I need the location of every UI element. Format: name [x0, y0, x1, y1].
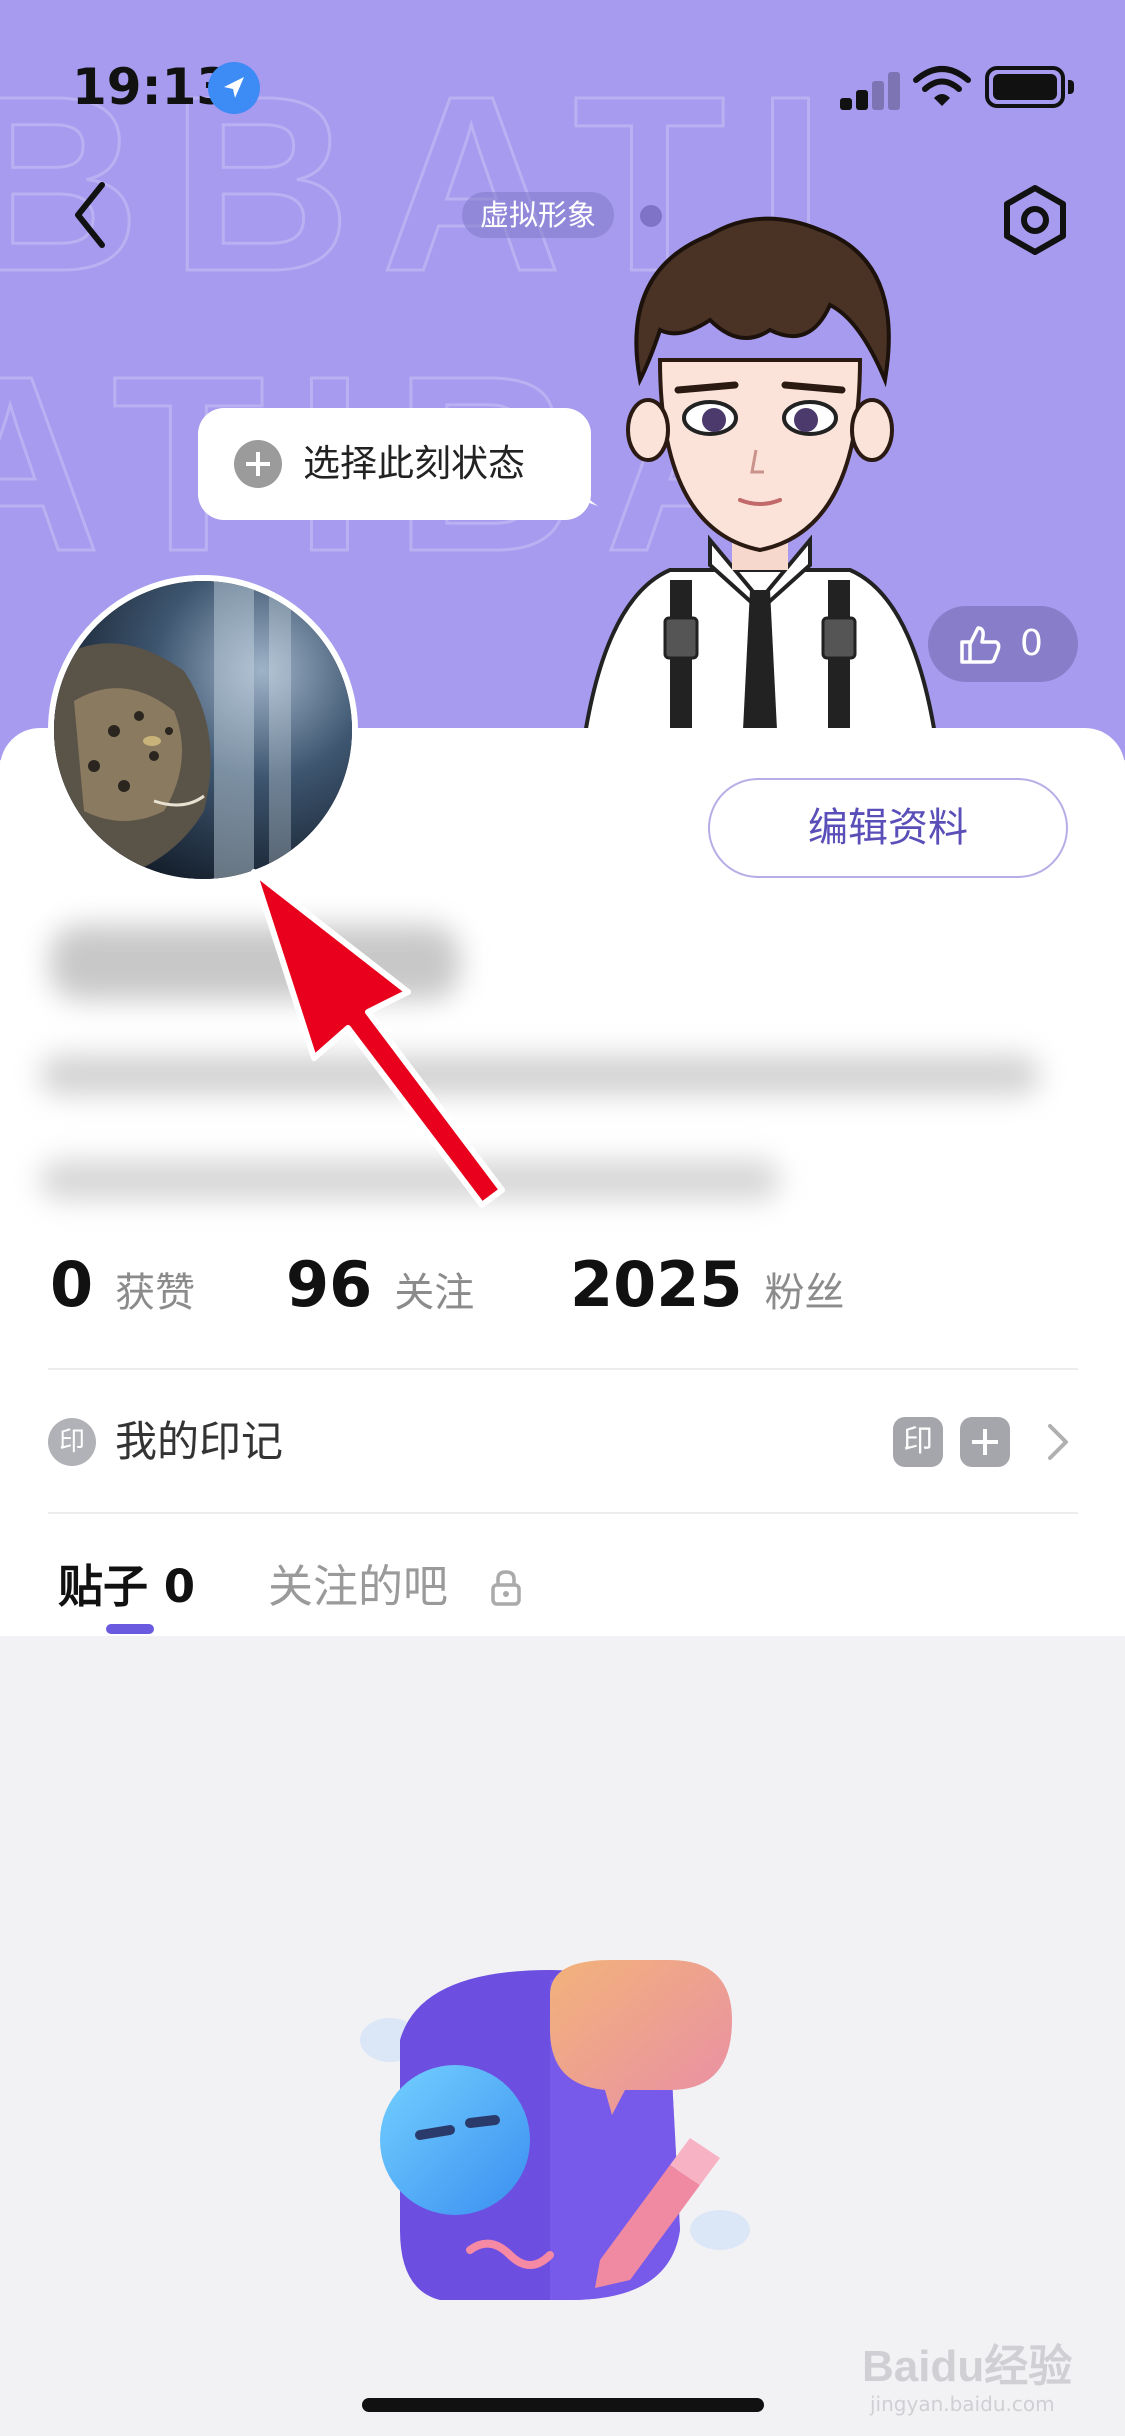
empty-posts-illustration	[360, 1960, 750, 2300]
wifi-icon	[912, 62, 972, 112]
stat-fans-value: 2025	[570, 1248, 743, 1321]
cellular-signal-icon	[840, 70, 902, 110]
back-button[interactable]	[60, 175, 120, 255]
virtual-avatar-character[interactable]	[560, 210, 960, 760]
divider	[48, 1512, 1078, 1514]
divider	[48, 1368, 1078, 1370]
thumbs-up-icon	[960, 626, 1001, 664]
baidu-watermark-url: jingyan.baidu.com	[870, 2392, 1055, 2416]
status-select-bubble[interactable]: 选择此刻状态	[198, 408, 598, 520]
baidu-jingyan-watermark: Baidu经验	[862, 2342, 1073, 2391]
leopard-photo	[54, 581, 352, 879]
profile-avatar[interactable]	[48, 575, 358, 885]
add-mark-icon[interactable]	[960, 1417, 1010, 1467]
plus-icon	[234, 440, 282, 488]
stat-following-label: 关注	[394, 1270, 475, 1316]
stat-fans-label: 粉丝	[764, 1270, 845, 1316]
stat-following[interactable]: 96 关注	[286, 1245, 474, 1325]
battery-icon	[985, 66, 1065, 108]
home-indicator[interactable]	[362, 2398, 764, 2412]
annotation-arrow-icon	[251, 869, 505, 1208]
stat-likes-value: 0	[50, 1248, 94, 1321]
bio-blurred-line	[40, 1055, 1040, 1095]
stat-following-value: 96	[286, 1248, 373, 1321]
like-count: 0	[1020, 623, 1043, 664]
my-marks-label: 我的印记	[115, 1417, 284, 1466]
active-tab-indicator	[106, 1624, 154, 1634]
battery-tip	[1068, 80, 1074, 94]
edit-profile-button[interactable]: 编辑资料	[708, 778, 1068, 878]
stat-likes[interactable]: 0 获赞	[50, 1245, 195, 1325]
settings-button[interactable]	[995, 180, 1075, 260]
tab-posts[interactable]: 贴子 0	[58, 1555, 195, 1619]
tab-posts-count: 0	[163, 1560, 195, 1613]
location-icon	[208, 62, 260, 114]
tab-followed-bars[interactable]: 关注的吧	[268, 1555, 448, 1619]
settings-hexagon-icon	[1004, 185, 1066, 255]
stat-fans[interactable]: 2025 粉丝	[570, 1245, 845, 1325]
chevron-right-icon	[1048, 1424, 1068, 1460]
status-select-label: 选择此刻状态	[303, 442, 525, 485]
mark-icon: 印	[48, 1418, 96, 1466]
like-avatar-button[interactable]: 0	[928, 606, 1078, 682]
back-chevron-icon	[75, 182, 105, 248]
stat-likes-label: 获赞	[115, 1270, 196, 1316]
mark-badge: 印	[893, 1417, 943, 1467]
lock-icon	[491, 1570, 521, 1606]
tab-posts-label: 贴子	[58, 1560, 149, 1613]
